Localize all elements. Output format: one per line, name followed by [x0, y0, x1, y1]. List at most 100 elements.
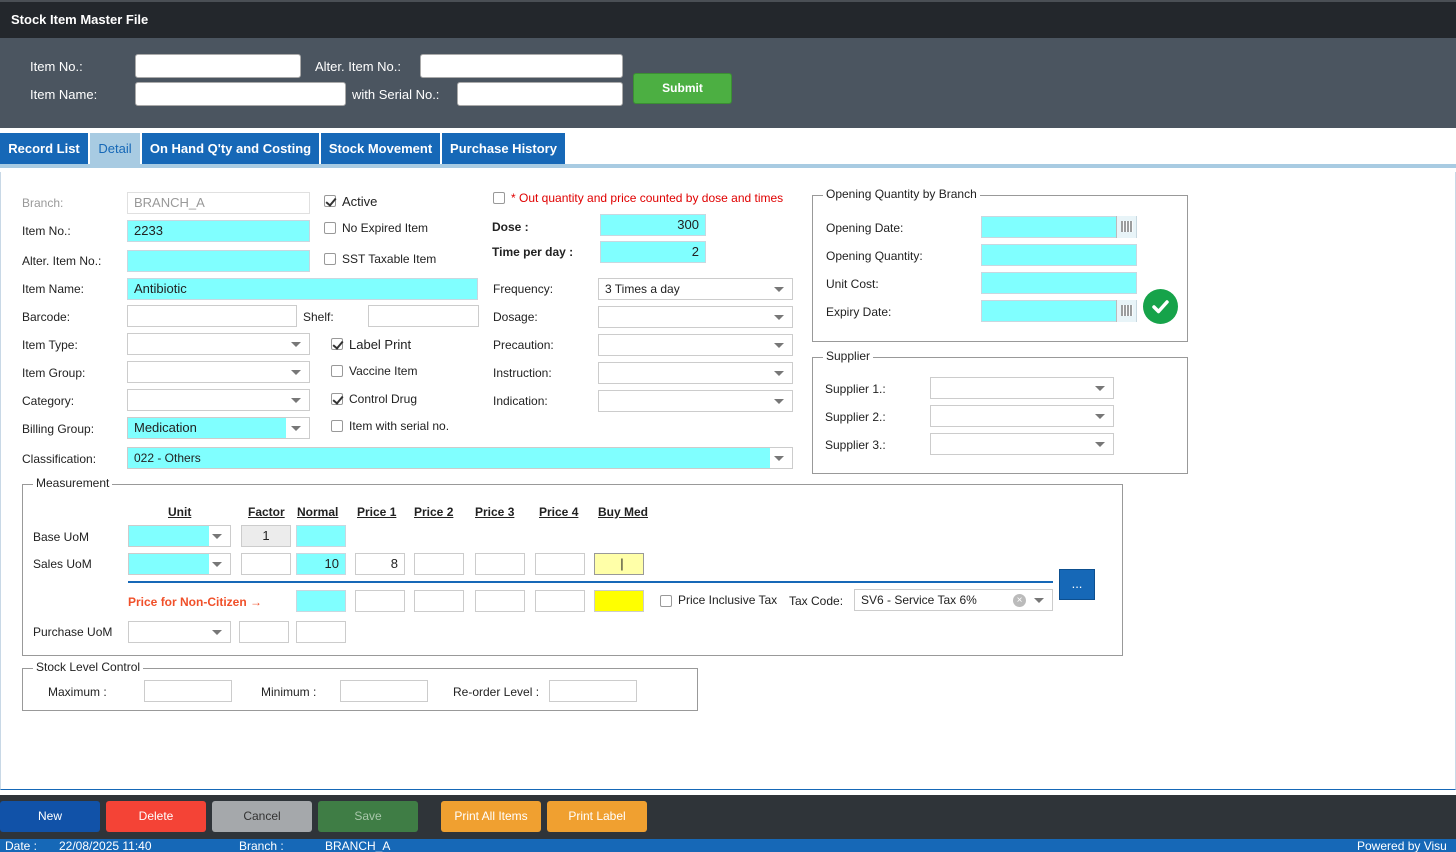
- tab-stock-movement[interactable]: Stock Movement: [321, 133, 440, 164]
- classification-select[interactable]: 022 - Others: [127, 447, 793, 469]
- base-uom-select[interactable]: [128, 525, 231, 547]
- search-serial-label: with Serial No.:: [352, 87, 440, 102]
- col-factor: Factor: [248, 505, 285, 519]
- status-date-label: Date :: [5, 839, 38, 852]
- col-price3: Price 3: [475, 505, 515, 519]
- tab-detail[interactable]: Detail: [90, 133, 140, 164]
- supplier-2-label: Supplier 2.:: [825, 410, 886, 424]
- opening-date-field[interactable]: [981, 216, 1137, 238]
- opening-qty-label: Opening Quantity:: [826, 249, 923, 263]
- sales-price4-field[interactable]: [535, 553, 585, 575]
- purchase-uom-select[interactable]: [128, 621, 231, 643]
- purchase-normal-field[interactable]: [296, 621, 346, 643]
- opening-quantity-legend: Opening Quantity by Branch: [823, 187, 980, 201]
- barcode-field[interactable]: [127, 305, 297, 327]
- instruction-select[interactable]: [598, 362, 793, 384]
- label-print-checkbox[interactable]: [331, 338, 343, 350]
- indication-select[interactable]: [598, 390, 793, 412]
- alter-item-no-field[interactable]: [127, 250, 310, 272]
- item-type-select[interactable]: [127, 333, 310, 355]
- item-group-label: Item Group:: [22, 366, 86, 380]
- alter-item-no-label: Alter. Item No.:: [22, 254, 102, 268]
- clear-icon[interactable]: ×: [1013, 594, 1026, 607]
- calendar-icon[interactable]: [1116, 300, 1136, 322]
- nc-normal-field[interactable]: [296, 590, 346, 612]
- expiry-date-field[interactable]: [981, 300, 1137, 322]
- supplier-3-select[interactable]: [930, 433, 1114, 455]
- sst-taxable-checkbox[interactable]: [324, 253, 336, 265]
- active-label: Active: [342, 194, 378, 209]
- search-panel: Item No.: Alter. Item No.: Item Name: wi…: [0, 38, 1456, 128]
- tab-on-hand[interactable]: On Hand Q'ty and Costing: [142, 133, 319, 164]
- nc-price2-field[interactable]: [414, 590, 464, 612]
- supplier-1-select[interactable]: [930, 377, 1114, 399]
- reorder-level-field[interactable]: [549, 680, 637, 702]
- shelf-field[interactable]: [368, 305, 479, 327]
- sales-uom-select[interactable]: [128, 553, 231, 575]
- serial-item-checkbox[interactable]: [331, 420, 343, 432]
- more-options-button[interactable]: ...: [1059, 569, 1095, 600]
- category-select[interactable]: [127, 389, 310, 411]
- frequency-select[interactable]: 3 Times a day: [598, 278, 793, 300]
- nc-price3-field[interactable]: [475, 590, 525, 612]
- search-item-name-input[interactable]: [135, 82, 346, 106]
- sales-factor-field[interactable]: [241, 553, 291, 575]
- dose-count-checkbox[interactable]: [493, 192, 505, 204]
- time-per-day-field[interactable]: 2: [600, 241, 706, 263]
- status-branch-label: Branch :: [239, 839, 284, 852]
- sales-normal-field[interactable]: 10: [296, 553, 346, 575]
- minimum-field[interactable]: [340, 680, 428, 702]
- precaution-select[interactable]: [598, 334, 793, 356]
- precaution-label: Precaution:: [493, 338, 554, 352]
- billing-group-select[interactable]: Medication: [127, 417, 310, 439]
- supplier-3-label: Supplier 3.:: [825, 438, 886, 452]
- opening-quantity-group: Opening Quantity by Branch Opening Date:…: [812, 187, 1188, 342]
- tax-code-value: SV6 - Service Tax 6%: [861, 593, 977, 607]
- search-alter-item-no-input[interactable]: [420, 54, 623, 78]
- calendar-icon[interactable]: [1116, 216, 1136, 238]
- sales-buy-med-field[interactable]: |: [594, 553, 644, 575]
- cancel-button[interactable]: Cancel: [212, 801, 312, 832]
- base-factor-field: 1: [241, 525, 291, 547]
- dosage-select[interactable]: [598, 306, 793, 328]
- supplier-2-select[interactable]: [930, 405, 1114, 427]
- nc-price4-field[interactable]: [535, 590, 585, 612]
- submit-button[interactable]: Submit: [633, 73, 732, 104]
- maximum-field[interactable]: [144, 680, 232, 702]
- control-drug-checkbox[interactable]: [331, 393, 343, 405]
- sales-price3-field[interactable]: [475, 553, 525, 575]
- save-button[interactable]: Save: [318, 801, 418, 832]
- delete-button[interactable]: Delete: [106, 801, 206, 832]
- label-print-label: Label Print: [349, 337, 412, 352]
- no-expired-checkbox[interactable]: [324, 222, 336, 234]
- search-serial-input[interactable]: [457, 82, 623, 106]
- price-inclusive-tax-checkbox[interactable]: [660, 595, 672, 607]
- sst-taxable-label: SST Taxable Item: [342, 252, 437, 266]
- sales-price2-field[interactable]: [414, 553, 464, 575]
- no-expired-label: No Expired Item: [342, 221, 429, 235]
- opening-qty-field[interactable]: [981, 244, 1137, 266]
- item-no-field[interactable]: 2233: [127, 220, 310, 242]
- shelf-label: Shelf:: [303, 310, 334, 324]
- purchase-factor-field[interactable]: [239, 621, 289, 643]
- vaccine-checkbox[interactable]: [331, 365, 343, 377]
- unit-cost-field[interactable]: [981, 272, 1137, 294]
- print-all-items-button[interactable]: Print All Items: [441, 801, 541, 832]
- tax-code-select[interactable]: SV6 - Service Tax 6% ×: [854, 589, 1053, 611]
- new-button[interactable]: New: [0, 801, 100, 832]
- tab-purchase-history[interactable]: Purchase History: [442, 133, 565, 164]
- dose-field[interactable]: 300: [600, 214, 706, 236]
- active-checkbox[interactable]: [324, 195, 336, 207]
- item-name-field[interactable]: Antibiotic: [127, 278, 478, 300]
- item-group-select[interactable]: [127, 361, 310, 383]
- base-normal-field[interactable]: [296, 525, 346, 547]
- search-item-no-input[interactable]: [135, 54, 301, 78]
- supplier-group: Supplier Supplier 1.: Supplier 2.: Suppl…: [812, 349, 1188, 474]
- print-label-button[interactable]: Print Label: [547, 801, 647, 832]
- sales-price1-field[interactable]: 8: [355, 553, 405, 575]
- nc-price1-field[interactable]: [355, 590, 405, 612]
- tab-record-list[interactable]: Record List: [0, 133, 88, 164]
- confirm-check-icon[interactable]: [1143, 289, 1178, 324]
- nc-buy-med-field[interactable]: [594, 590, 644, 612]
- supplier-legend: Supplier: [823, 349, 874, 363]
